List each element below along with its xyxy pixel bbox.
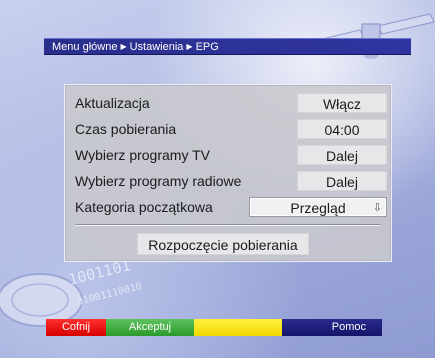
setting-label: Wybierz programy radiowe xyxy=(75,173,242,189)
triangle-right-icon: ▶ xyxy=(120,42,127,51)
start-category-select[interactable]: Przegląd ⇩ xyxy=(249,197,387,217)
setting-label: Aktualizacja xyxy=(75,95,150,111)
red-back-button[interactable]: Cofnij xyxy=(46,319,106,336)
down-arrow-icon: ⇩ xyxy=(372,202,382,214)
breadcrumb-item-settings[interactable]: Ustawienia xyxy=(130,41,184,53)
setting-row-start-category[interactable]: Kategoria początkowa Przegląd ⇩ xyxy=(75,197,387,218)
divider xyxy=(75,224,381,226)
start-download-button[interactable]: Rozpoczęcie pobierania xyxy=(137,233,309,255)
update-value[interactable]: Włącz xyxy=(297,93,387,113)
setting-label: Wybierz programy TV xyxy=(75,147,210,163)
setting-row-tv-programs[interactable]: Wybierz programy TV Dalej xyxy=(75,145,387,166)
radio-programs-button[interactable]: Dalej xyxy=(297,171,387,191)
settings-panel: Aktualizacja Włącz Czas pobierania 04:00… xyxy=(64,84,392,262)
epg-settings-screen: 1001101 01001110010 Menu główne ▶ Ustawien… xyxy=(0,0,435,358)
start-category-value: Przegląd xyxy=(290,200,346,216)
color-key-bar: Cofnij Akceptuj Pomoc xyxy=(46,319,382,336)
triangle-right-icon: ▶ xyxy=(186,42,193,51)
blue-help-button[interactable]: Pomoc xyxy=(282,319,382,336)
breadcrumb-item-epg: EPG xyxy=(195,41,219,53)
setting-row-radio-programs[interactable]: Wybierz programy radiowe Dalej xyxy=(75,171,387,192)
download-time-value[interactable]: 04:00 xyxy=(297,119,387,139)
green-accept-button[interactable]: Akceptuj xyxy=(106,319,194,336)
satellite-icon xyxy=(309,13,435,59)
setting-label: Czas pobierania xyxy=(75,121,177,137)
tv-programs-button[interactable]: Dalej xyxy=(297,145,387,165)
yellow-button[interactable] xyxy=(194,319,282,336)
svg-text:01001110010: 01001110010 xyxy=(76,281,143,308)
setting-row-update[interactable]: Aktualizacja Włącz xyxy=(75,93,387,114)
breadcrumb: Menu główne ▶ Ustawienia ▶ EPG xyxy=(44,38,411,55)
setting-row-download-time[interactable]: Czas pobierania 04:00 xyxy=(75,119,387,140)
setting-label: Kategoria początkowa xyxy=(75,199,213,215)
breadcrumb-item-main-menu[interactable]: Menu główne xyxy=(52,41,117,53)
